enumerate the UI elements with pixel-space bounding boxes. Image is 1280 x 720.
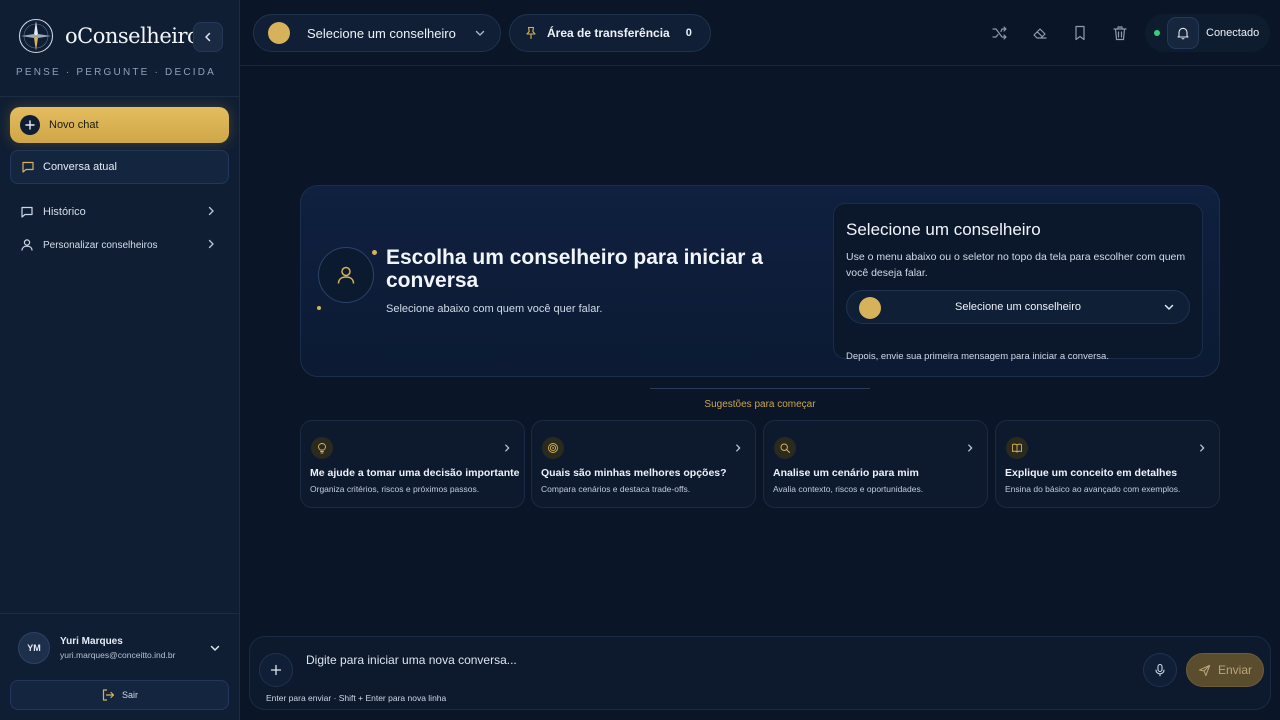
sidebar-item-historico[interactable]: Histórico [10,199,229,225]
chevron-down-icon [475,30,485,36]
chat-icon [21,206,33,218]
new-chat-label: Novo chat [49,119,99,131]
collapse-sidebar-button[interactable] [193,22,223,52]
pin-icon [526,26,536,40]
welcome-hero: Escolha um conselheiro para iniciar a co… [300,185,1220,377]
sidebar: oConselheiro PENSE · PERGUNTE · DECIDA N… [0,0,240,720]
send-icon [1198,664,1211,676]
suggestion-title: Analise um cenário para mim [773,467,919,479]
sidebar-divider [0,613,240,614]
panel-note: Depois, envie sua primeira mensagem para… [846,351,1109,362]
chevron-down-icon [210,645,220,651]
compass-icon [18,18,54,54]
chevron-right-icon [736,444,741,452]
suggestion-title: Quais são minhas melhores opções? [541,467,727,479]
brand[interactable]: oConselheiro [18,18,200,54]
plus-icon [270,664,282,676]
clipboard-button[interactable]: Área de transferência 0 [509,14,711,52]
chevron-right-icon [505,444,510,452]
suggestions-divider [650,388,870,389]
suggestion-card-options[interactable]: Quais são minhas melhores opções? Compar… [531,420,756,508]
book-icon [1006,437,1028,459]
sidebar-item-label: Histórico [43,206,86,218]
suggestion-card-decision[interactable]: Me ajude a tomar uma decisão importante … [300,420,525,508]
advisor-select-label: Selecione um conselheiro [307,25,456,41]
sidebar-item-label: Personalizar conselheiros [43,239,158,251]
suggestion-card-concept[interactable]: Explique um conceito em detalhes Ensina … [995,420,1220,508]
plus-icon [20,115,40,135]
suggestion-description: Organiza critérios, riscos e próximos pa… [310,484,480,494]
microphone-icon [1155,663,1165,677]
suggestion-card-scenario[interactable]: Analise um cenário para mim Avalia conte… [763,420,988,508]
status-indicator [1154,30,1160,36]
send-label: Enviar [1217,663,1252,677]
advisor-select[interactable]: Selecione um conselheiro [253,14,501,52]
panel-title: Selecione um conselheiro [846,220,1041,239]
current-conversation-item[interactable]: Conversa atual [10,150,229,184]
status-text: Conectado [1206,27,1260,39]
chevron-right-icon [208,239,214,249]
suggestion-title: Explique um conceito em detalhes [1005,467,1178,479]
bookmark-icon[interactable] [1071,24,1089,42]
panel-advisor-select-label: Selecione um conselheiro [955,301,1081,313]
chevron-right-icon [1200,444,1205,452]
select-advisor-panel: Selecione um conselheiro Use o menu abai… [833,203,1203,362]
suggestion-title: Me ajude a tomar uma decisão importante [310,467,520,479]
logout-label: Sair [121,690,138,700]
advisor-avatar [268,22,290,44]
target-icon [542,437,564,459]
sparkle-dot [372,250,377,255]
user-menu[interactable]: YM Yuri Marques yuri.marques@conceitto.i… [10,628,229,668]
notifications-button[interactable] [1167,17,1199,49]
user-icon [337,266,355,284]
new-chat-button[interactable]: Novo chat [10,107,229,143]
voice-input-button[interactable] [1143,653,1177,687]
bell-icon [1177,27,1189,40]
magnifier-icon [774,437,796,459]
chevron-down-icon [1164,304,1174,310]
clipboard-count: 0 [685,27,692,39]
user-info: Yuri Marques yuri.marques@conceitto.ind.… [60,636,175,660]
suggestion-description: Ensina do básico ao avançado com exemplo… [1005,484,1181,494]
composer-hint: Enter para enviar · Shift + Enter para n… [266,693,447,703]
current-conversation-label: Conversa atual [43,161,117,173]
chevron-right-icon [208,206,214,216]
advisor-placeholder-avatar [318,247,374,303]
logout-icon [102,689,115,701]
chevron-right-icon [968,444,973,452]
panel-description: Use o menu abaixo ou o seletor no topo d… [846,251,1186,279]
message-input[interactable] [306,649,1126,671]
eraser-icon[interactable] [1031,24,1049,42]
hero-subtitle: Selecione abaixo com quem você quer fala… [386,303,603,315]
avatar: YM [18,632,50,664]
panel-advisor-select[interactable]: Selecione um conselheiro [846,290,1190,324]
hero-title: Escolha um conselheiro para iniciar a co… [386,246,763,292]
top-bar: Selecione um conselheiro Área de transfe… [240,0,1280,66]
chat-icon [22,161,34,173]
suggestion-description: Avalia contexto, riscos e oportunidades. [773,484,924,494]
user-email: yuri.marques@conceitto.ind.br [60,650,176,660]
sidebar-item-personalizar[interactable]: Personalizar conselheiros [10,232,229,258]
logout-button[interactable]: Sair [10,680,229,710]
connection-status: Conectado [1145,14,1270,52]
brand-name: oConselheiro [65,24,200,48]
shuffle-icon[interactable] [991,24,1009,42]
tagline: PENSE · PERGUNTE · DECIDA [16,67,217,78]
suggestion-description: Compara cenários e destaca trade-offs. [541,484,691,494]
clipboard-label: Área de transferência [547,26,670,40]
message-composer: Enviar Enter para enviar · Shift + Enter… [249,636,1271,710]
sidebar-divider [0,96,240,97]
attach-button[interactable] [259,653,293,687]
trash-icon[interactable] [1111,24,1129,42]
user-name: Yuri Marques [60,636,123,647]
lightbulb-icon [311,437,333,459]
sparkle-dot [317,306,321,310]
send-button[interactable]: Enviar [1186,653,1264,687]
user-icon [21,239,33,251]
suggestions-heading: Sugestões para começar [704,399,816,410]
chevron-left-icon [205,32,211,42]
